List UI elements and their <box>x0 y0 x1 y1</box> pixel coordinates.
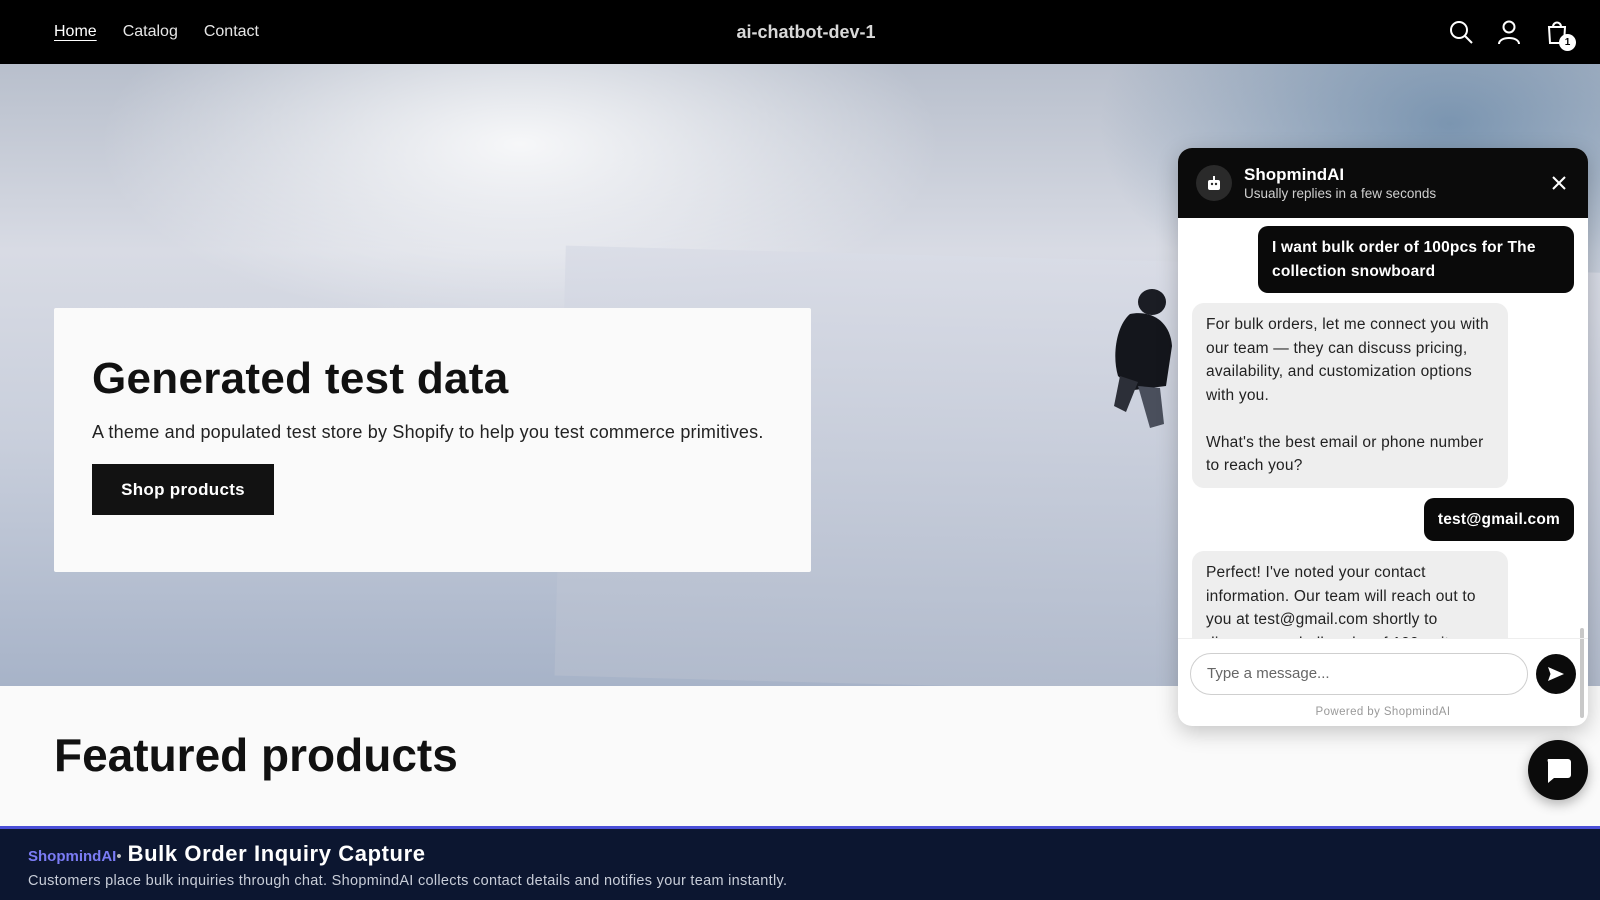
cart-icon[interactable]: 1 <box>1544 19 1576 51</box>
banner-separator: • <box>116 848 122 865</box>
chat-bubble-icon <box>1547 759 1571 783</box>
feature-banner: ShopmindAI • Bulk Order Inquiry Capture … <box>0 826 1600 900</box>
chat-header: ShopmindAI Usually replies in a few seco… <box>1178 148 1588 218</box>
chat-bot-name: ShopmindAI <box>1244 165 1345 184</box>
nav-home-link[interactable]: Home <box>54 23 97 41</box>
hero-title: Generated test data <box>92 354 509 403</box>
cart-count-badge: 1 <box>1559 34 1576 51</box>
powered-by-text: Powered by ShopmindAI <box>1315 706 1451 718</box>
hero-subtitle: A theme and populated test store by Shop… <box>92 422 764 442</box>
bot-avatar-icon <box>1196 165 1232 201</box>
site-header: Home Catalog Contact ai-chatbot-dev-1 1 <box>0 0 1600 64</box>
send-button[interactable] <box>1536 653 1576 694</box>
send-icon <box>1548 666 1564 681</box>
chat-message-input[interactable] <box>1190 652 1528 695</box>
header-icons: 1 <box>1448 0 1576 64</box>
chat-widget: ShopmindAI Usually replies in a few seco… <box>1178 148 1588 726</box>
chat-message-bot: For bulk orders, let me connect you with… <box>1192 303 1508 488</box>
banner-description: Customers place bulk inquiries through c… <box>28 873 788 889</box>
snowboarder-image <box>1114 289 1172 428</box>
close-icon[interactable] <box>1548 172 1570 194</box>
account-icon[interactable] <box>1496 19 1522 45</box>
chat-launcher-button[interactable] <box>1528 740 1588 800</box>
nav-contact-link[interactable]: Contact <box>204 23 259 41</box>
shop-products-button[interactable]: Shop products <box>92 464 274 515</box>
chat-message-user: I want bulk order of 100pcs for The coll… <box>1258 226 1574 293</box>
chat-messages[interactable]: I want bulk order of 100pcs for The coll… <box>1178 218 1588 638</box>
main-nav: Home Catalog Contact <box>54 0 259 64</box>
hero-content-card: Generated test data A theme and populate… <box>54 308 811 572</box>
search-icon[interactable] <box>1448 19 1474 45</box>
chat-message-bot: Perfect! I've noted your contact informa… <box>1192 551 1508 638</box>
nav-catalog-link[interactable]: Catalog <box>123 23 178 41</box>
featured-products-heading: Featured products <box>54 729 458 781</box>
banner-title: Bulk Order Inquiry Capture <box>127 841 426 866</box>
chat-message-user: test@gmail.com <box>1423 497 1574 541</box>
banner-brand: ShopmindAI <box>28 848 117 865</box>
chat-status: Usually replies in a few seconds <box>1244 186 1437 201</box>
chat-composer <box>1178 638 1588 708</box>
